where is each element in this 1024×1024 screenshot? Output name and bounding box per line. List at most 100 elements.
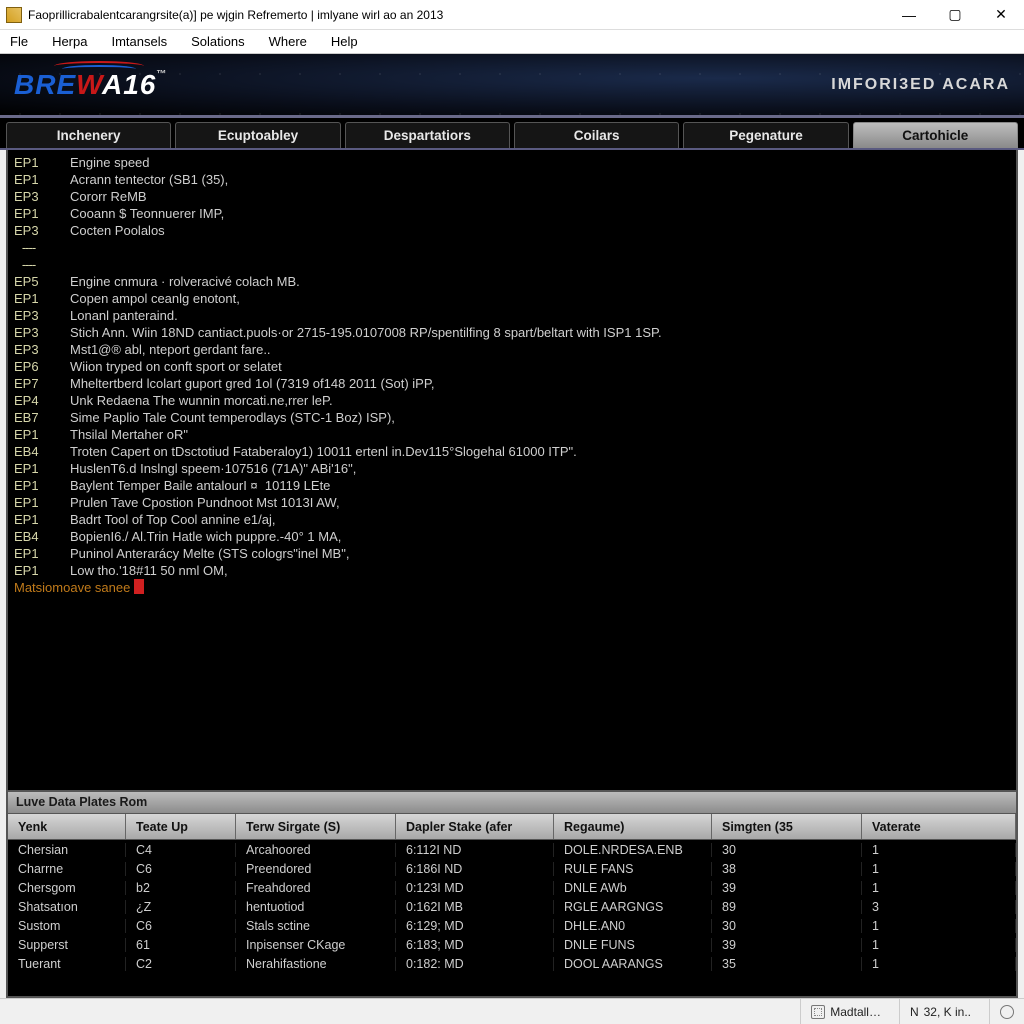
table-row[interactable]: Shatsatıon¿Zhentuotiod0:162I MBRGLE AARG… bbox=[8, 897, 1016, 916]
table-cell: 1 bbox=[862, 881, 1016, 895]
table-cell: C2 bbox=[126, 957, 236, 971]
column-header[interactable]: Teate Up bbox=[126, 814, 236, 839]
status-ime-label: Madtall… bbox=[830, 1005, 881, 1019]
table-cell: Nerahifastione bbox=[236, 957, 396, 971]
status-kbd[interactable]: N 32, K in.. bbox=[899, 999, 971, 1024]
tab-coilars[interactable]: Coilars bbox=[514, 122, 679, 148]
terminal-line: EP3Stich Ann. Wiin 18ND cantiact.puols·o… bbox=[14, 324, 1010, 341]
table-cell: Shatsatıon bbox=[8, 900, 126, 914]
terminal-line: EB4BopienI6./ Al.Trin Hatle wich puppre.… bbox=[14, 528, 1010, 545]
table-cell: 0:182: MD bbox=[396, 957, 554, 971]
table-cell: Charrne bbox=[8, 862, 126, 876]
table-cell: 1 bbox=[862, 843, 1016, 857]
app-icon bbox=[6, 7, 22, 23]
terminal-line: EP1Baylent Temper Baile antalourI ¤ 1011… bbox=[14, 477, 1010, 494]
table-row[interactable]: Chersgomb2Freahdored0:123I MDDNLE AWb391 bbox=[8, 878, 1016, 897]
terminal-output[interactable]: EP1Engine speedEP1Acrann tentector (SB1 … bbox=[8, 150, 1016, 790]
table-cell: hentuotiod bbox=[236, 900, 396, 914]
terminal-line: EP5Engine cnmura · rolveracivé colach MB… bbox=[14, 273, 1010, 290]
table-cell: DHLE.AN0 bbox=[554, 919, 712, 933]
maximize-button[interactable]: ▢ bbox=[932, 0, 978, 29]
menu-imtansels[interactable]: Imtansels bbox=[111, 34, 167, 49]
terminal-line: EP3Mst1@® abl, nteport gerdant fare.. bbox=[14, 341, 1010, 358]
terminal-line: EP4Unk Redaena The wunnin morcati.ne,rre… bbox=[14, 392, 1010, 409]
table-cell: 39 bbox=[712, 881, 862, 895]
terminal-line: EP3Cororr ReMB bbox=[14, 188, 1010, 205]
menu-herpa[interactable]: Herpa bbox=[52, 34, 87, 49]
terminal-line: EP1Low tho.'18#11 50 nml OM, bbox=[14, 562, 1010, 579]
terminal-line: EP3Cocten Poolalos bbox=[14, 222, 1010, 239]
table-cell: 6:183; MD bbox=[396, 938, 554, 952]
table-row[interactable]: Supperst61Inpisenser CKage6:183; MDDNLE … bbox=[8, 935, 1016, 954]
table-cell: 38 bbox=[712, 862, 862, 876]
tab-cartohicle[interactable]: Cartohicle bbox=[853, 122, 1018, 148]
terminal-line: EP1Copen ampol ceanlg enotont, bbox=[14, 290, 1010, 307]
terminal-prompt[interactable]: Matsiomoave sanee bbox=[14, 579, 1010, 596]
table-cell: C6 bbox=[126, 919, 236, 933]
logo-part-white: A16 bbox=[102, 69, 156, 100]
terminal-line: EB7Sime Paplio Tale Count temperodlays (… bbox=[14, 409, 1010, 426]
column-header[interactable]: Yenk bbox=[8, 814, 126, 839]
menu-file[interactable]: Fle bbox=[10, 34, 28, 49]
terminal-line: EP6Wiion tryped on conft sport or selate… bbox=[14, 358, 1010, 375]
minimize-button[interactable]: — bbox=[886, 0, 932, 29]
terminal-line: ---- bbox=[14, 256, 1010, 273]
table-cell: 0:123I MD bbox=[396, 881, 554, 895]
column-header[interactable]: Regaume) bbox=[554, 814, 712, 839]
data-header-row: YenkTeate UpTerw Sirgate (S)Dapler Stake… bbox=[8, 814, 1016, 840]
terminal-line: EP7Mheltertberd lcolart guport gred 1ol … bbox=[14, 375, 1010, 392]
table-cell: RULE FANS bbox=[554, 862, 712, 876]
tab-despartatiors[interactable]: Despartatiors bbox=[345, 122, 510, 148]
terminal-line: EB4Troten Capert on tDsctotiud Fataberal… bbox=[14, 443, 1010, 460]
table-cell: 35 bbox=[712, 957, 862, 971]
logo-part-red: W bbox=[76, 69, 102, 100]
menubar: Fle Herpa Imtansels Solations Where Help bbox=[0, 30, 1024, 54]
menu-help[interactable]: Help bbox=[331, 34, 358, 49]
table-cell: Chersian bbox=[8, 843, 126, 857]
data-panel-title: Luve Data Plates Rom bbox=[8, 792, 1016, 814]
table-row[interactable]: CharrneC6Preendored6:186I NDRULE FANS381 bbox=[8, 859, 1016, 878]
table-cell: C4 bbox=[126, 843, 236, 857]
statusbar: Madtall… N 32, K in.. bbox=[0, 998, 1024, 1024]
tab-inchenery[interactable]: Inchenery bbox=[6, 122, 171, 148]
menu-where[interactable]: Where bbox=[269, 34, 307, 49]
table-cell: DOOL AARANGS bbox=[554, 957, 712, 971]
column-header[interactable]: Dapler Stake (afer bbox=[396, 814, 554, 839]
terminal-line: EP1Puninol Anterarácy Melte (STS cologrs… bbox=[14, 545, 1010, 562]
column-header[interactable]: Vaterate bbox=[862, 814, 1016, 839]
column-header[interactable]: Terw Sirgate (S) bbox=[236, 814, 396, 839]
terminal-line: EP1Cooann $ Teonnuerer IMP, bbox=[14, 205, 1010, 222]
table-row[interactable]: SustomC6Stals sctine6:129; MDDHLE.AN0301 bbox=[8, 916, 1016, 935]
titlebar: Faoprillicrabalentcarangrsite(a)] pe wjg… bbox=[0, 0, 1024, 30]
sync-icon bbox=[1000, 1005, 1014, 1019]
table-cell: Supperst bbox=[8, 938, 126, 952]
table-cell: 1 bbox=[862, 919, 1016, 933]
close-button[interactable]: ✕ bbox=[978, 0, 1024, 29]
terminal-line: EP1Acrann tentector (SB1 (35), bbox=[14, 171, 1010, 188]
menu-solations[interactable]: Solations bbox=[191, 34, 244, 49]
data-body[interactable]: ChersianC4Arcahoored6:112I NDDOLE.NRDESA… bbox=[8, 840, 1016, 996]
table-cell: 6:186I ND bbox=[396, 862, 554, 876]
window-controls: — ▢ ✕ bbox=[886, 0, 1024, 29]
window-title: Faoprillicrabalentcarangrsite(a)] pe wjg… bbox=[28, 8, 886, 22]
banner-caption: IMFORI3ED ACARA bbox=[831, 76, 1010, 94]
table-cell: Sustom bbox=[8, 919, 126, 933]
column-header[interactable]: Simgten (35 bbox=[712, 814, 862, 839]
table-cell: b2 bbox=[126, 881, 236, 895]
table-row[interactable]: TuerantC2Nerahifastione0:182: MDDOOL AAR… bbox=[8, 954, 1016, 973]
table-cell: 0:162I MB bbox=[396, 900, 554, 914]
logo-part-blue: BRE bbox=[14, 69, 76, 100]
tab-pegenature[interactable]: Pegenature bbox=[683, 122, 848, 148]
tab-ecuptoabley[interactable]: Ecuptoabley bbox=[175, 122, 340, 148]
table-row[interactable]: ChersianC4Arcahoored6:112I NDDOLE.NRDESA… bbox=[8, 840, 1016, 859]
status-sync[interactable] bbox=[989, 999, 1014, 1024]
terminal-line: EP3Lonanl panteraind. bbox=[14, 307, 1010, 324]
table-cell: 1 bbox=[862, 938, 1016, 952]
table-cell: 61 bbox=[126, 938, 236, 952]
terminal-line: EP1HuslenT6.d Inslngl speem·107516 (71A)… bbox=[14, 460, 1010, 477]
table-cell: Arcahoored bbox=[236, 843, 396, 857]
status-ime[interactable]: Madtall… bbox=[800, 999, 881, 1024]
cursor-icon bbox=[134, 579, 144, 594]
table-cell: 6:112I ND bbox=[396, 843, 554, 857]
terminal-frame: EP1Engine speedEP1Acrann tentector (SB1 … bbox=[6, 150, 1018, 792]
